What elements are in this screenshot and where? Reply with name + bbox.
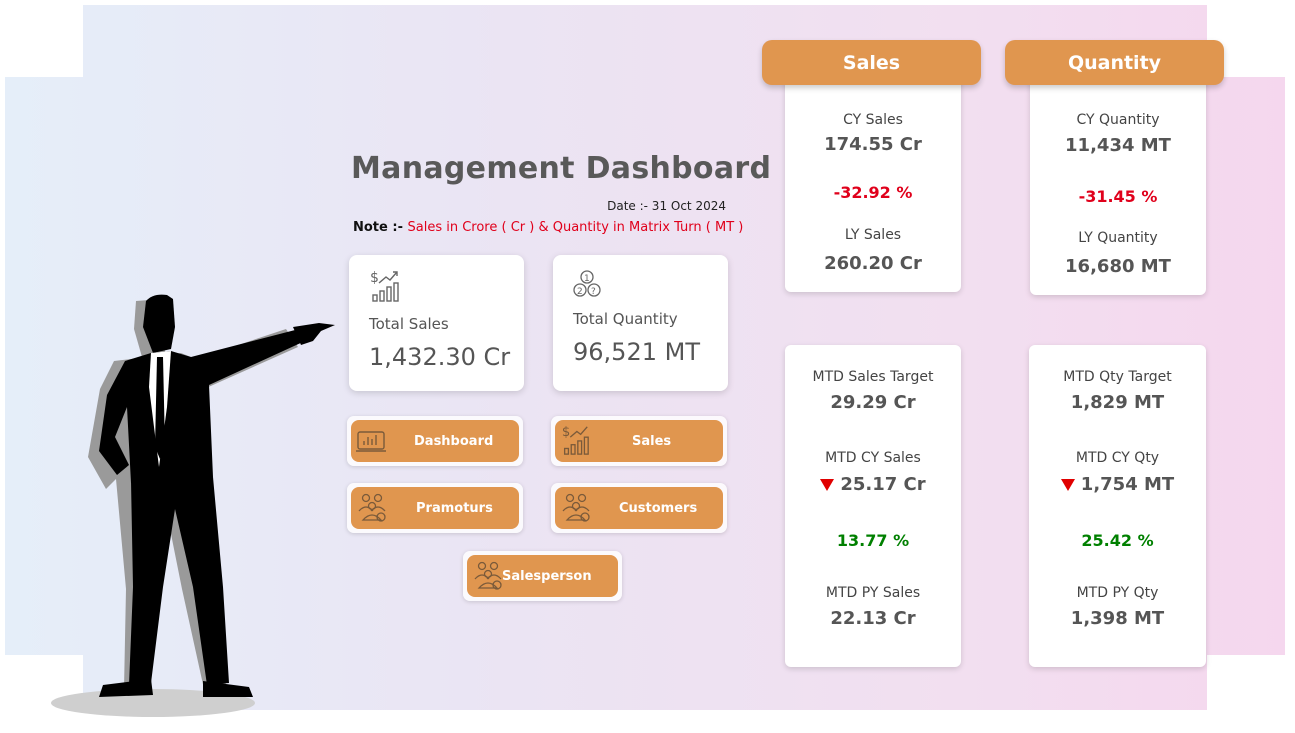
note-text: Sales in Crore ( Cr ) & Quantity in Matr… (407, 220, 744, 235)
total-quantity-card: 1 2 ? Total Quantity 96,521 MT (553, 255, 728, 391)
ly-sales-value: 260.20 Cr (824, 253, 922, 274)
cy-sales-value: 174.55 Cr (824, 134, 922, 155)
total-quantity-label: Total Quantity (573, 310, 678, 328)
units-note: Note :- Sales in Crore ( Cr ) & Quantity… (353, 220, 743, 235)
down-arrow-icon (820, 479, 835, 491)
mtd-cy-qty-value: 1,754 MT (1080, 474, 1175, 495)
mtd-sales-target-label: MTD Sales Target (812, 369, 934, 385)
total-sales-label: Total Sales (369, 315, 449, 333)
report-date: Date :- 31 Oct 2024 (607, 199, 726, 213)
quantity-summary-card: CY Quantity 11,434 MT -31.45 % LY Quanti… (1030, 73, 1206, 295)
total-quantity-value: 96,521 MT (573, 338, 700, 366)
svg-text:?: ? (591, 287, 596, 297)
quantity-change-percent: -31.45 % (1078, 187, 1158, 206)
mtd-sales-card: MTD Sales Target 29.29 Cr MTD CY Sales 2… (785, 345, 961, 667)
frame-notch (5, 5, 83, 77)
ly-quantity-label: LY Quantity (1078, 230, 1158, 246)
page-title: Management Dashboard (351, 151, 772, 186)
group-icon (474, 561, 502, 590)
down-arrow-icon (1060, 479, 1075, 491)
total-sales-card: $ Total Sales 1,432.30 Cr (349, 255, 524, 391)
mtd-cy-sales-value: 25.17 Cr (840, 474, 926, 495)
svg-text:1: 1 (584, 274, 590, 284)
sales-nav-wrapper: $ Sales (551, 416, 727, 466)
salesperson-nav-label: Salesperson (502, 568, 592, 584)
mtd-cy-sales-row: 25.17 Cr (785, 474, 961, 495)
cy-quantity-label: CY Quantity (1076, 112, 1160, 128)
dashboard-nav-button[interactable]: Dashboard (351, 420, 519, 462)
mtd-sales-target-value: 29.29 Cr (830, 392, 916, 413)
coins-icon: 1 2 ? (573, 270, 601, 297)
total-sales-value: 1,432.30 Cr (369, 343, 511, 371)
sales-summary-card: CY Sales 174.55 Cr -32.92 % LY Sales 260… (785, 73, 961, 292)
ly-quantity-value: 16,680 MT (1065, 256, 1171, 277)
businessman-pointing-illustration (51, 294, 335, 717)
mtd-py-qty-value: 1,398 MT (1070, 608, 1165, 629)
svg-text:2: 2 (577, 287, 583, 297)
mtd-sales-percent: 13.77 % (836, 531, 910, 550)
cy-quantity-value: 11,434 MT (1065, 135, 1171, 156)
customers-nav-wrapper: Customers (551, 483, 727, 533)
dashboard-nav-wrapper: Dashboard (347, 416, 523, 466)
salesperson-nav-button[interactable]: Salesperson (467, 555, 618, 597)
mtd-py-sales-value: 22.13 Cr (830, 608, 916, 629)
salesperson-nav-wrapper: Salesperson (463, 551, 622, 601)
mtd-quantity-card: MTD Qty Target 1,829 MT MTD CY Qty 1,754… (1029, 345, 1206, 667)
mtd-cy-sales-label: MTD CY Sales (825, 450, 921, 466)
cy-sales-label: CY Sales (843, 112, 903, 128)
sales-growth-icon: $ (370, 270, 399, 302)
dashboard-nav-label: Dashboard (414, 433, 494, 449)
quantity-header: Quantity (1005, 40, 1224, 85)
sales-growth-icon: $ (562, 425, 589, 455)
group-icon (358, 493, 386, 522)
ly-sales-label: LY Sales (844, 227, 902, 243)
sales-nav-label: Sales (632, 433, 672, 449)
group-icon (562, 493, 590, 522)
customers-nav-label: Customers (619, 500, 698, 516)
pramoturs-nav-label: Pramoturs (416, 500, 493, 516)
svg-text:$: $ (562, 425, 570, 440)
mtd-qty-target-value: 1,829 MT (1070, 392, 1165, 413)
mtd-cy-qty-row: 1,754 MT (1029, 474, 1206, 495)
svg-text:$: $ (370, 270, 379, 286)
monitor-chart-icon (356, 431, 386, 452)
mtd-py-qty-label: MTD PY Qty (1076, 585, 1159, 601)
mtd-qty-percent: 25.42 % (1081, 531, 1154, 550)
pramoturs-nav-button[interactable]: Pramoturs (351, 487, 519, 529)
customers-nav-button[interactable]: Customers (555, 487, 723, 529)
mtd-cy-qty-label: MTD CY Qty (1075, 450, 1160, 466)
sales-header: Sales (762, 40, 981, 85)
mtd-py-sales-label: MTD PY Sales (825, 585, 921, 601)
sales-change-percent: -32.92 % (833, 183, 913, 202)
pramoturs-nav-wrapper: Pramoturs (347, 483, 523, 533)
sales-nav-button[interactable]: $ Sales (555, 420, 723, 462)
dashboard-canvas: Management Dashboard Date :- 31 Oct 2024… (5, 5, 1285, 727)
mtd-qty-target-label: MTD Qty Target (1063, 369, 1172, 385)
note-prefix: Note :- (353, 220, 408, 235)
